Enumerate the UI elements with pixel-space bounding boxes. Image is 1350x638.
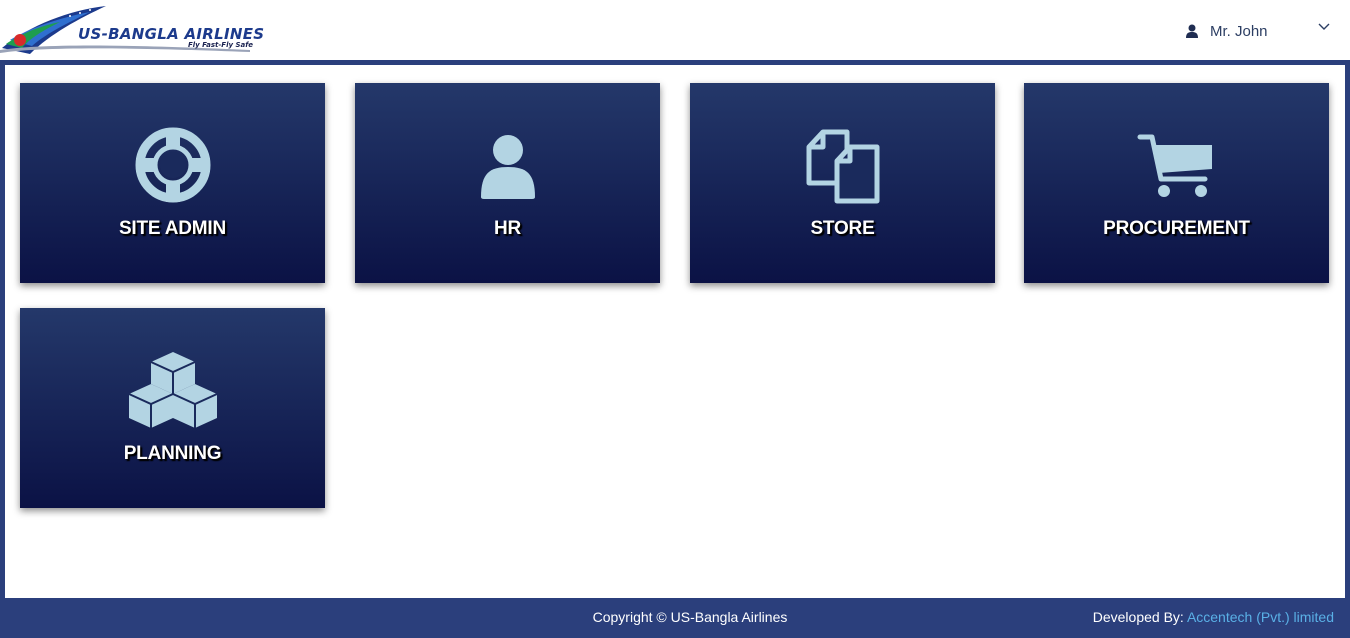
user-name: Mr. John [1210, 22, 1268, 40]
module-tile-site-admin[interactable]: SITE ADMIN [20, 83, 325, 283]
life-ring-icon [135, 127, 210, 203]
module-label: HR [493, 218, 522, 239]
user-icon [480, 135, 535, 199]
footer: Copyright © US-Bangla Airlines Developed… [0, 598, 1350, 638]
module-label: SITE ADMIN [118, 218, 227, 239]
user-menu[interactable]: Mr. John [1186, 20, 1268, 42]
module-label: PLANNING [123, 443, 222, 464]
module-label: PROCUREMENT [1103, 218, 1250, 239]
top-header: US-BANGLA AIRLINES Fly Fast-Fly Safe Mr.… [0, 0, 1350, 60]
airline-logo[interactable]: US-BANGLA AIRLINES Fly Fast-Fly Safe [0, 0, 264, 60]
module-panel: SITE ADMIN HR STORE PROCUREMENT PLANNING [0, 60, 1350, 600]
developed-by-label: Developed By: [1092, 609, 1184, 625]
developed-by: Developed By: Accentech (Pvt.) limited [1093, 609, 1334, 625]
logo-tagline: Fly Fast-Fly Safe [188, 41, 254, 49]
user-icon [1186, 24, 1198, 38]
module-tile-planning[interactable]: PLANNING [20, 308, 325, 508]
copy-documents-icon [806, 129, 879, 204]
chevron-down-icon[interactable] [1318, 22, 1330, 32]
shopping-cart-icon [1137, 134, 1212, 197]
module-label: STORE [810, 218, 875, 239]
cubes-icon [128, 352, 217, 428]
module-tile-hr[interactable]: HR [355, 83, 660, 283]
module-tile-procurement[interactable]: PROCUREMENT [1024, 83, 1329, 283]
module-tile-store[interactable]: STORE [690, 83, 995, 283]
developer-link[interactable]: Accentech (Pvt.) limited [1187, 609, 1334, 625]
